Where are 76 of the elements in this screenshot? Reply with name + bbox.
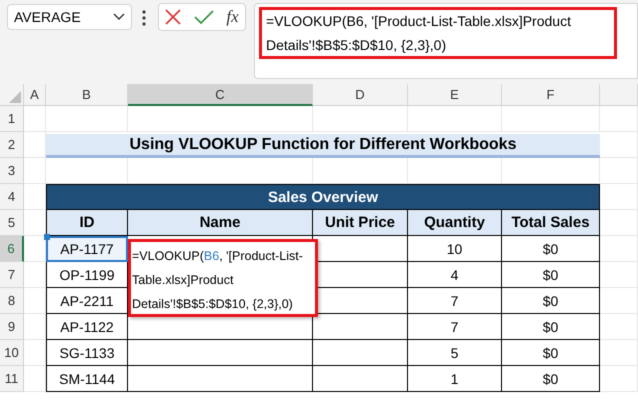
table-cell: 7 <box>408 314 502 340</box>
triangle-icon <box>9 91 21 103</box>
row-header[interactable]: 2 <box>0 132 24 158</box>
chevron-down-icon <box>113 13 125 21</box>
table-cell: SG-1133 <box>46 340 128 366</box>
grid-cell[interactable] <box>24 366 46 392</box>
grid-cell[interactable] <box>600 314 638 340</box>
column-header[interactable]: B <box>46 84 128 106</box>
grid-cell[interactable] <box>24 288 46 314</box>
grid-cell[interactable] <box>600 158 638 184</box>
grid-cell[interactable] <box>408 106 502 132</box>
table-cell: 5 <box>408 340 502 366</box>
grid-cell[interactable] <box>600 236 638 262</box>
select-all-button[interactable] <box>0 84 24 106</box>
formula-text: =VLOOKUP(B6, '[Product-List-Table.xlsx]Product Details'!$B$5:$D$10, {2,3},0) <box>266 12 572 55</box>
column-header[interactable]: D <box>313 84 408 106</box>
cell-editor[interactable]: =VLOOKUP(B6, '[Product-List-Table.xlsx]Product Details'!$B$5:$D$10, {2,3},0) <box>128 239 318 317</box>
row-header[interactable]: 4 <box>0 184 24 210</box>
grid-cell[interactable] <box>600 340 638 366</box>
grid-cell[interactable] <box>24 340 46 366</box>
row-header[interactable]: 10 <box>0 340 24 366</box>
table-cell: $0 <box>502 366 600 392</box>
table-cell: $0 <box>502 236 600 262</box>
grid-cell[interactable] <box>600 132 638 158</box>
table-header: Name <box>128 210 313 236</box>
table-cell: $0 <box>502 288 600 314</box>
grid-cell[interactable] <box>24 158 46 184</box>
grid-cell[interactable] <box>128 106 313 132</box>
row-header[interactable]: 1 <box>0 106 24 132</box>
table-cell: AP-1177 <box>46 236 128 262</box>
row-header[interactable]: 5 <box>0 210 24 236</box>
column-header[interactable] <box>600 84 638 106</box>
row-header[interactable]: 11 <box>0 366 24 392</box>
table-header: Total Sales <box>502 210 600 236</box>
table-caption: Sales Overview <box>46 184 600 210</box>
table-cell: AP-1122 <box>46 314 128 340</box>
table-cell: 4 <box>408 262 502 288</box>
grid-cell[interactable] <box>600 288 638 314</box>
column-header[interactable]: C <box>128 84 313 106</box>
insert-function-button[interactable]: fx <box>226 7 239 27</box>
formula-text: =VLOOKUP(B6, '[Product-List-Table.xlsx]Product Details'!$B$5:$D$10, {2,3},0) <box>132 248 304 313</box>
table-cell: $0 <box>502 314 600 340</box>
row-header[interactable]: 3 <box>0 158 24 184</box>
sheet-title: Using VLOOKUP Function for Different Workbooks <box>46 134 600 158</box>
table-cell: 1 <box>408 366 502 392</box>
cancel-icon[interactable] <box>165 9 182 25</box>
grid-cell[interactable] <box>600 184 638 210</box>
table-cell: SM-1144 <box>46 366 128 392</box>
column-header[interactable]: F <box>502 84 600 106</box>
table-header: Unit Price <box>313 210 408 236</box>
row-header[interactable]: 8 <box>0 288 24 314</box>
grid-cell[interactable] <box>600 366 638 392</box>
table-header: Quantity <box>408 210 502 236</box>
row-header[interactable]: 6 <box>0 236 24 262</box>
column-header[interactable]: A <box>24 84 46 106</box>
table-cell: 7 <box>408 288 502 314</box>
grid-cell[interactable] <box>600 262 638 288</box>
grid-cell[interactable] <box>502 106 600 132</box>
grid-cell[interactable] <box>24 106 46 132</box>
more-icon[interactable] <box>142 10 146 26</box>
table-header: ID <box>46 210 128 236</box>
row-header[interactable]: 9 <box>0 314 24 340</box>
column-header[interactable]: E <box>408 84 502 106</box>
check-icon[interactable] <box>194 10 214 24</box>
table-cell: 10 <box>408 236 502 262</box>
grid-cell[interactable] <box>600 210 638 236</box>
row-header[interactable]: 7 <box>0 262 24 288</box>
table-cell: $0 <box>502 340 600 366</box>
formula-field[interactable]: =VLOOKUP(B6, '[Product-List-Table.xlsx]Product Details'!$B$5:$D$10, {2,3},0) <box>254 3 638 79</box>
name-box[interactable]: AVERAGE <box>7 4 132 30</box>
grid-cell[interactable] <box>46 106 128 132</box>
table-cell: $0 <box>502 262 600 288</box>
grid-cell[interactable] <box>24 314 46 340</box>
grid-cell[interactable] <box>313 106 408 132</box>
grid-cell[interactable] <box>600 106 638 132</box>
grid-cell[interactable] <box>24 262 46 288</box>
